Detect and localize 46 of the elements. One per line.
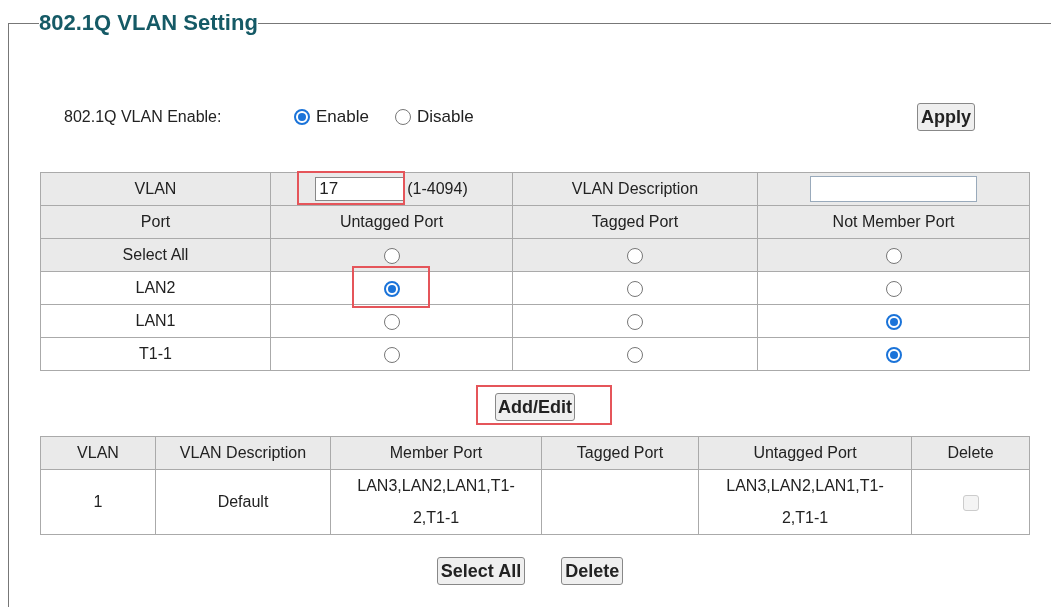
checkbox[interactable] (962, 494, 979, 511)
column-header: Delete (911, 436, 1030, 470)
section-title: 802.1Q VLAN Setting (39, 10, 258, 36)
column-header: Port (40, 205, 271, 239)
radio-label: Enable (316, 106, 369, 129)
radio-button[interactable] (294, 109, 310, 125)
radio-button[interactable] (383, 346, 400, 363)
radio-button[interactable] (885, 346, 902, 363)
column-header: VLAN (40, 436, 156, 470)
column-header: Tagged Port (541, 436, 699, 470)
delete-button[interactable]: Delete (561, 557, 624, 585)
column-header: Untagged Port (270, 205, 513, 239)
radio-button[interactable] (383, 280, 400, 297)
port-name: Select All (40, 238, 271, 272)
vlan-id-field[interactable]: 17 (315, 176, 406, 201)
port-name: LAN2 (40, 271, 271, 305)
radio-button[interactable] (627, 247, 643, 264)
table-cell: Default (155, 469, 331, 535)
column-header: Not Member Port (757, 205, 1030, 239)
radio-button[interactable] (885, 280, 902, 297)
table-header: VLAN Description (512, 172, 758, 206)
table-cell: LAN3,LAN2,LAN1,T1-2,T1-1 (698, 469, 912, 535)
radio-label: Disable (416, 106, 474, 129)
radio-button[interactable] (394, 109, 411, 125)
table-cell: 1 (40, 469, 156, 535)
range-hint: (1-4094) (407, 179, 468, 199)
radio-button[interactable] (627, 346, 643, 363)
column-header: VLAN Description (155, 436, 331, 470)
apply-button[interactable]: Apply (917, 103, 975, 131)
field-label: 802.1Q VLAN Enable: (64, 107, 223, 127)
column-header: Untagged Port (698, 436, 912, 470)
table-header: VLAN (40, 172, 271, 206)
description-field[interactable] (810, 176, 977, 202)
select-all-button[interactable]: Select All (436, 557, 526, 585)
radio-button[interactable] (627, 280, 643, 297)
port-name: LAN1 (40, 304, 271, 338)
radio-button[interactable] (885, 247, 902, 264)
radio-button[interactable] (885, 313, 902, 330)
table-cell: LAN3,LAN2,LAN1,T1-2,T1-1 (330, 469, 542, 535)
add-edit-button[interactable]: Add/Edit (495, 393, 575, 421)
radio-button[interactable] (383, 313, 400, 330)
port-name: T1-1 (40, 337, 271, 371)
column-header: Tagged Port (512, 205, 758, 239)
radio-button[interactable] (383, 247, 400, 264)
column-header: Member Port (330, 436, 542, 470)
radio-button[interactable] (627, 313, 643, 330)
